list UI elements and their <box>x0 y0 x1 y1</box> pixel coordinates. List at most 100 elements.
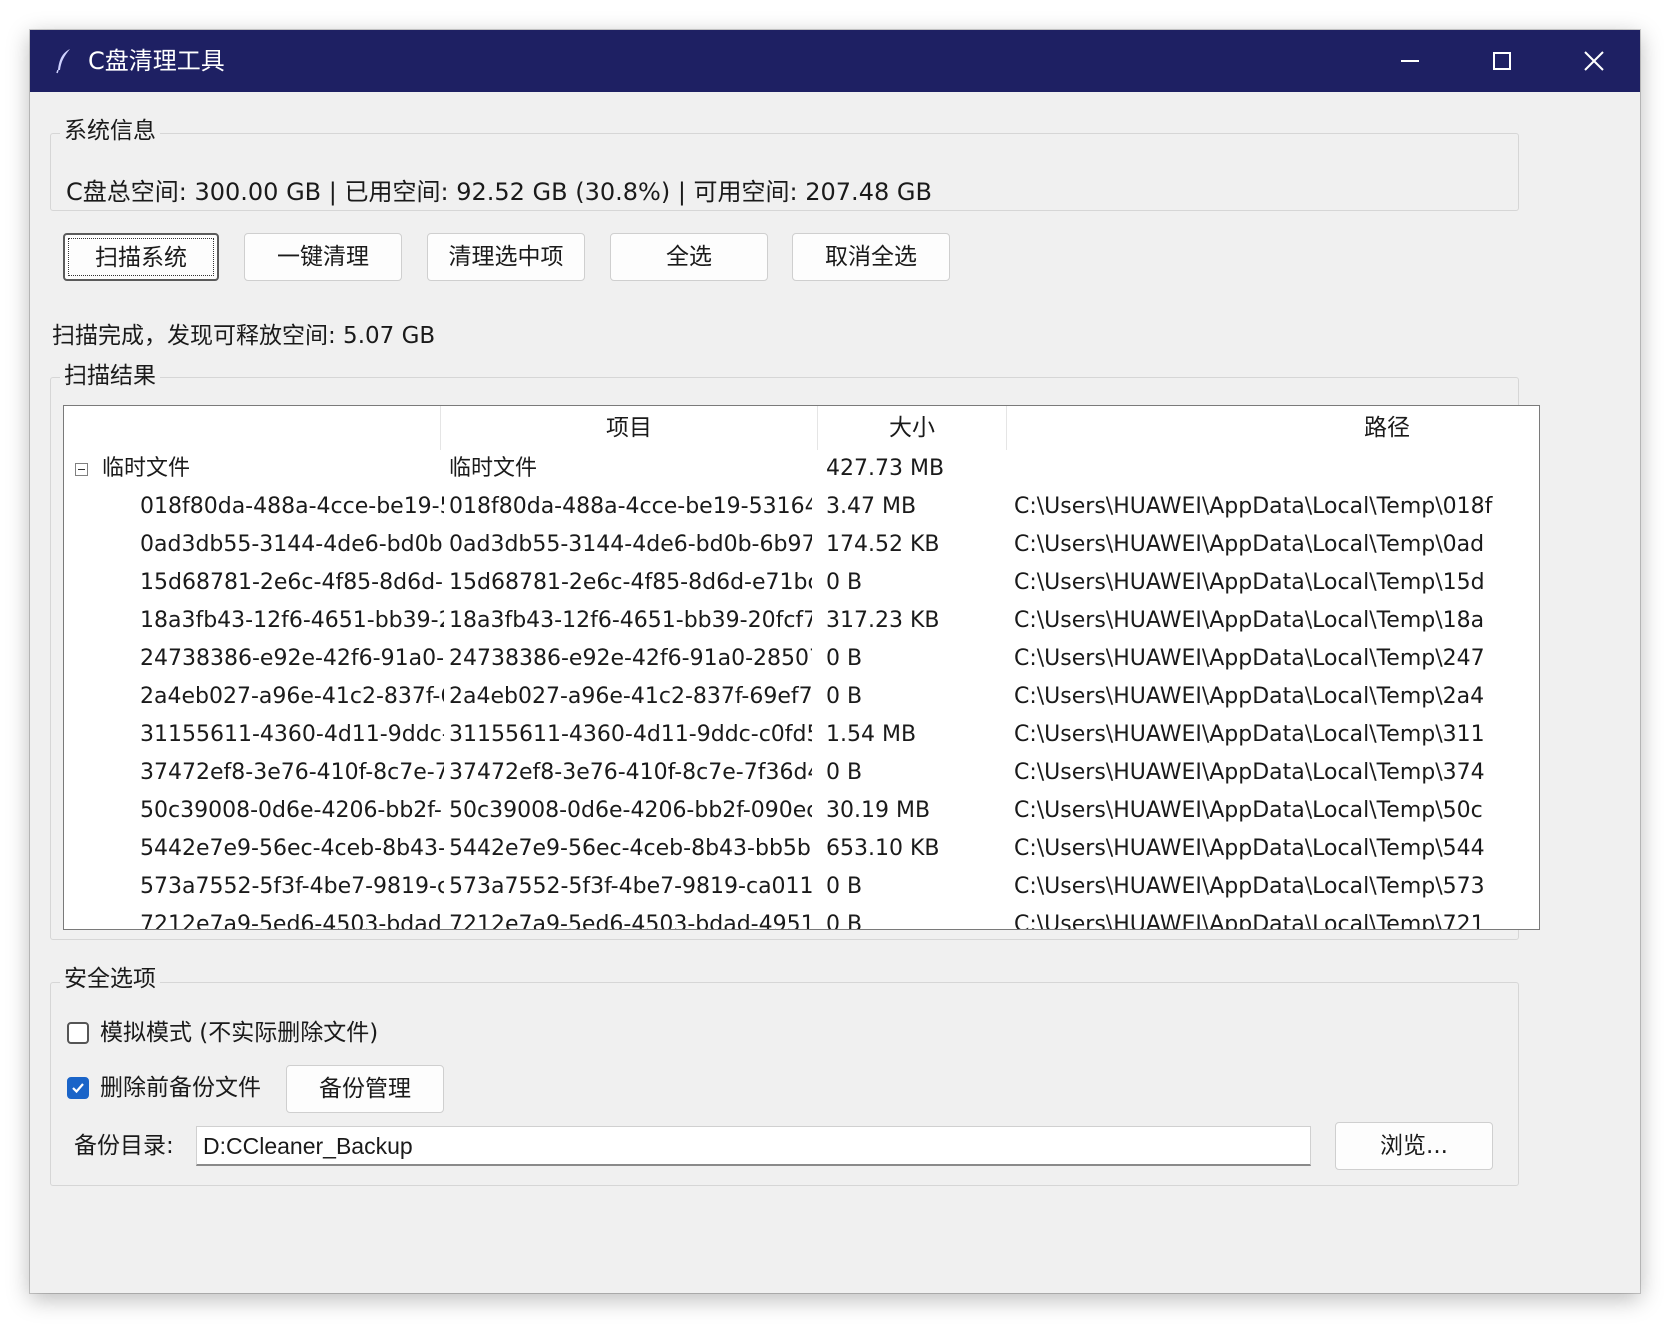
row-size: 653.10 KB <box>826 836 940 861</box>
feather-icon <box>54 48 74 74</box>
row-path: C:\Users\HUAWEI\AppData\Local\Temp\2a4 <box>1014 684 1485 709</box>
row-name: 018f80da-488a-4cce-be19-5 <box>140 494 444 519</box>
backup-dir-label: 备份目录: <box>74 1133 174 1159</box>
minimize-icon <box>1401 60 1419 62</box>
tree-row[interactable]: 31155611-4360-4d11-9ddc- 31155611-4360-4… <box>64 716 1539 754</box>
row-name: 0ad3db55-3144-4de6-bd0b <box>140 532 443 557</box>
tree-row[interactable]: 573a7552-5f3f-4be7-9819-c 573a7552-5f3f-… <box>64 868 1539 906</box>
row-item: 15d68781-2e6c-4f85-8d6d-e71bc <box>449 570 812 595</box>
close-button[interactable] <box>1548 30 1640 92</box>
browse-label: 浏览... <box>1380 1133 1448 1159</box>
backup-before-delete-checkbox[interactable] <box>67 1077 89 1099</box>
clean-selected-label: 清理选中项 <box>448 244 564 270</box>
backup-before-delete-label[interactable]: 删除前备份文件 <box>100 1072 261 1104</box>
row-item: 临时文件 <box>449 456 538 481</box>
row-item: 2a4eb027-a96e-41c2-837f-69ef73 <box>449 684 812 709</box>
row-item: 7212e7a9-5ed6-4503-bdad-4951 <box>449 912 812 930</box>
tree-row[interactable]: 18a3fb43-12f6-4651-bb39-2 18a3fb43-12f6-… <box>64 602 1539 640</box>
checkmark-icon <box>72 1083 84 1094</box>
row-path: C:\Users\HUAWEI\AppData\Local\Temp\374 <box>1014 760 1485 785</box>
row-item: 573a7552-5f3f-4be7-9819-ca011 <box>449 874 812 899</box>
tree-row[interactable]: 15d68781-2e6c-4f85-8d6d- 15d68781-2e6c-4… <box>64 564 1539 602</box>
row-path <box>1014 450 1539 488</box>
focus-ring <box>68 238 214 276</box>
scan-status-text: 扫描完成，发现可释放空间: 5.07 GB <box>52 323 436 349</box>
row-path: C:\Users\HUAWEI\AppData\Local\Temp\311 <box>1014 722 1485 747</box>
maximize-icon <box>1493 52 1511 70</box>
row-path: C:\Users\HUAWEI\AppData\Local\Temp\018f <box>1014 494 1493 519</box>
row-item: 50c39008-0d6e-4206-bb2f-090ec <box>449 798 812 823</box>
scan-button[interactable]: 扫描系统 <box>63 233 219 281</box>
backup-manage-label: 备份管理 <box>319 1076 411 1102</box>
row-item: 18a3fb43-12f6-4651-bb39-20fcf7 <box>449 608 812 633</box>
row-size: 3.47 MB <box>826 494 917 519</box>
simulate-mode-checkbox[interactable] <box>67 1022 89 1044</box>
row-item: 31155611-4360-4d11-9ddc-c0fd5 <box>449 722 812 747</box>
row-name: 573a7552-5f3f-4be7-9819-c <box>140 874 444 899</box>
backup-manage-button[interactable]: 备份管理 <box>286 1065 444 1113</box>
row-name: 24738386-e92e-42f6-91a0-2 <box>140 646 444 671</box>
row-path: C:\Users\HUAWEI\AppData\Local\Temp\0ad <box>1014 532 1485 557</box>
tree-row[interactable]: 37472ef8-3e76-410f-8c7e-7 37472ef8-3e76-… <box>64 754 1539 792</box>
row-name: 50c39008-0d6e-4206-bb2f- <box>140 798 442 823</box>
column-header-path[interactable]: 路径 <box>1007 406 1539 450</box>
row-path: C:\Users\HUAWEI\AppData\Local\Temp\721 <box>1014 912 1485 930</box>
row-size: 427.73 MB <box>826 456 945 481</box>
simulate-mode-label[interactable]: 模拟模式 (不实际删除文件) <box>100 1017 378 1049</box>
row-item: 24738386-e92e-42f6-91a0-28507 <box>449 646 812 671</box>
row-path: C:\Users\HUAWEI\AppData\Local\Temp\573 <box>1014 874 1485 899</box>
tree-row[interactable]: 5442e7e9-56ec-4ceb-8b43- 5442e7e9-56ec-4… <box>64 830 1539 868</box>
row-size: 30.19 MB <box>826 798 931 823</box>
deselect-all-label: 取消全选 <box>825 244 917 270</box>
column-header-size[interactable]: 大小 <box>818 406 1007 450</box>
row-name: 31155611-4360-4d11-9ddc- <box>140 722 444 747</box>
row-name: 5442e7e9-56ec-4ceb-8b43- <box>140 836 444 861</box>
scan-results-label: 扫描结果 <box>60 361 160 391</box>
disk-usage-text: C盘总空间: 300.00 GB | 已用空间: 92.52 GB (30.8%… <box>66 178 932 206</box>
one-click-clean-label: 一键清理 <box>277 244 369 270</box>
app-window: C盘清理工具 系统信息 C盘总空间: 300.00 GB | 已用空间: 92.… <box>30 30 1640 1293</box>
one-click-clean-button[interactable]: 一键清理 <box>244 233 402 281</box>
tree-header: 项目 大小 路径 <box>64 406 1539 450</box>
close-icon <box>1584 51 1604 71</box>
column-header-item[interactable]: 项目 <box>441 406 818 450</box>
system-info-label: 系统信息 <box>60 116 160 146</box>
row-path: C:\Users\HUAWEI\AppData\Local\Temp\544 <box>1014 836 1485 861</box>
column-header-tree[interactable] <box>64 406 441 450</box>
row-size: 317.23 KB <box>826 608 940 633</box>
collapse-icon[interactable] <box>75 463 88 476</box>
row-path: C:\Users\HUAWEI\AppData\Local\Temp\50c <box>1014 798 1483 823</box>
row-name: 15d68781-2e6c-4f85-8d6d- <box>140 570 443 595</box>
tree-parent-row[interactable]: 临时文件 临时文件 427.73 MB <box>64 450 1539 488</box>
row-size: 0 B <box>826 912 863 930</box>
tree-row[interactable]: 24738386-e92e-42f6-91a0-2 24738386-e92e-… <box>64 640 1539 678</box>
row-size: 1.54 MB <box>826 722 917 747</box>
window-title: C盘清理工具 <box>88 47 225 75</box>
maximize-button[interactable] <box>1456 30 1548 92</box>
row-size: 0 B <box>826 760 863 785</box>
tree-row[interactable]: 7212e7a9-5ed6-4503-bdad 7212e7a9-5ed6-45… <box>64 906 1539 930</box>
row-path: C:\Users\HUAWEI\AppData\Local\Temp\18a <box>1014 608 1485 633</box>
row-name: 18a3fb43-12f6-4651-bb39-2 <box>140 608 444 633</box>
backup-dir-input[interactable]: D:CCleaner_Backup <box>196 1126 1311 1166</box>
row-item: 5442e7e9-56ec-4ceb-8b43-bb5b <box>449 836 811 861</box>
tree-row[interactable]: 50c39008-0d6e-4206-bb2f- 50c39008-0d6e-4… <box>64 792 1539 830</box>
select-all-button[interactable]: 全选 <box>610 233 768 281</box>
tree-row[interactable]: 2a4eb027-a96e-41c2-837f-6 2a4eb027-a96e-… <box>64 678 1539 716</box>
row-name: 临时文件 <box>102 456 191 481</box>
row-size: 0 B <box>826 684 863 709</box>
tree-row[interactable]: 0ad3db55-3144-4de6-bd0b 0ad3db55-3144-4d… <box>64 526 1539 564</box>
safety-options-label: 安全选项 <box>60 964 160 994</box>
row-name: 37472ef8-3e76-410f-8c7e-7 <box>140 760 444 785</box>
browse-button[interactable]: 浏览... <box>1335 1122 1493 1170</box>
tree-row[interactable]: 018f80da-488a-4cce-be19-5 018f80da-488a-… <box>64 488 1539 526</box>
results-tree[interactable]: 项目 大小 路径 临时文件 临时文件 427.73 MB 018f80da-48… <box>63 405 1540 930</box>
row-path: C:\Users\HUAWEI\AppData\Local\Temp\247 <box>1014 646 1485 671</box>
minimize-button[interactable] <box>1364 30 1456 92</box>
row-item: 37472ef8-3e76-410f-8c7e-7f36d4 <box>449 760 812 785</box>
select-all-label: 全选 <box>666 244 712 270</box>
title-bar: C盘清理工具 <box>30 30 1640 92</box>
row-size: 0 B <box>826 646 863 671</box>
clean-selected-button[interactable]: 清理选中项 <box>427 233 585 281</box>
deselect-all-button[interactable]: 取消全选 <box>792 233 950 281</box>
